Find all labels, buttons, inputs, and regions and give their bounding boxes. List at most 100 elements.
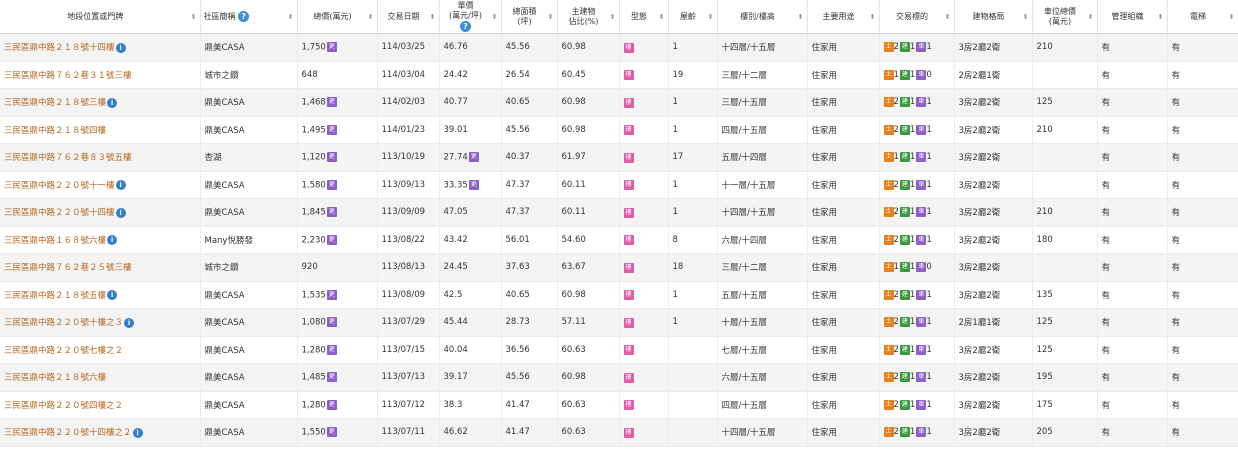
sort-icon[interactable]: ⬍ (1088, 12, 1094, 22)
header-type[interactable]: 型態 ⬍ (619, 0, 669, 34)
building-type-icon[interactable]: 樓 (623, 207, 634, 218)
address-cell[interactable]: 三民區鼎中路１６８號六樓 i (0, 226, 201, 254)
address-link[interactable]: 三民區鼎中路２１８號五樓 (4, 291, 106, 301)
info-icon[interactable]: i (124, 317, 135, 328)
building-type-icon[interactable]: 樓 (623, 262, 634, 273)
table-row[interactable]: 三民區鼎中路１６８號六樓 i Many悅勝發 2,230 更 113/08/22 43.42… (0, 226, 1238, 254)
info-icon[interactable]: i (107, 97, 118, 108)
building-type-icon[interactable]: 樓 (623, 290, 634, 301)
table-row[interactable]: 三民區鼎中路７６２巷３１號三樓 城市之鑽 648 114/03/04 24.42 26.5… (0, 61, 1238, 89)
building-type-icon[interactable]: 樓 (623, 317, 634, 328)
sort-icon[interactable]: ⬍ (945, 12, 951, 22)
address-cell[interactable]: 三民區鼎中路７６２巷８３號五樓 (0, 143, 201, 172)
header-area[interactable]: 總面積 (坪) ⬍ (501, 0, 558, 34)
sort-icon[interactable]: ⬍ (870, 12, 876, 22)
sort-icon[interactable]: ⬍ (798, 12, 804, 22)
sort-icon[interactable]: ⬍ (708, 12, 714, 22)
note-icon[interactable]: 更 (468, 152, 479, 162)
note-icon[interactable]: 更 (326, 372, 337, 382)
address-link[interactable]: 三民區鼎中路２１８號四樓 (4, 126, 106, 136)
header-age[interactable]: 屋齡 ⬍ (668, 0, 718, 34)
note-icon[interactable]: 更 (326, 179, 337, 190)
sort-icon[interactable]: ⬍ (191, 12, 197, 22)
building-type-icon[interactable]: 樓 (623, 400, 634, 411)
table-row[interactable]: 三民區鼎中路２２０號十四樓之２ i 鼎美CASA 1,550 更 113/07/11 46.… (0, 418, 1238, 447)
note-icon[interactable]: 更 (326, 344, 337, 355)
table-row[interactable]: 三民區鼎中路２１８號四樓 鼎美CASA 1,495 更 114/01/23 39.01 45… (0, 116, 1238, 144)
table-row[interactable]: 三民區鼎中路２１８號三樓 i 鼎美CASA 1,468 更 114/02/03 40.77 4… (0, 88, 1238, 117)
help-icon[interactable]: ? (238, 11, 250, 22)
sort-icon[interactable]: ⬍ (1023, 12, 1029, 22)
address-link[interactable]: 三民區鼎中路７６２巷３１號三樓 (4, 71, 132, 81)
table-row[interactable]: 三民區鼎中路２１８號十四樓 i 鼎美CASA 1,750 更 114/03/25 46.76… (0, 33, 1238, 62)
table-row[interactable]: 三民區鼎中路２１８號五樓 i 鼎美CASA 1,535 更 113/08/09 42.5 40… (0, 281, 1238, 309)
note-icon[interactable]: 更 (326, 97, 337, 107)
header-address[interactable]: 地段位置或門牌 ⬍ (0, 0, 201, 34)
sort-icon[interactable]: ⬍ (492, 12, 498, 22)
header-use[interactable]: 主要用途 ⬍ (807, 0, 880, 34)
header-date[interactable]: 交易日期 ⬍ (377, 0, 440, 34)
info-icon[interactable]: i (107, 235, 118, 246)
help-icon[interactable]: ? (460, 21, 471, 32)
info-icon[interactable]: i (115, 207, 126, 218)
header-total-price[interactable]: 總價(萬元) ⬍ (297, 0, 378, 34)
sort-icon[interactable]: ⬍ (659, 12, 665, 22)
header-target[interactable]: 交易標的 ⬍ (879, 0, 955, 34)
note-icon[interactable]: 更 (326, 207, 337, 217)
header-layout[interactable]: 建物格局 ⬍ (954, 0, 1033, 34)
note-icon[interactable]: 更 (326, 124, 337, 135)
address-cell[interactable]: 三民區鼎中路２１８號六樓 (0, 363, 201, 392)
address-cell[interactable]: 三民區鼎中路２１８號五樓 i (0, 281, 201, 309)
header-management[interactable]: 管理組織 ⬍ (1097, 0, 1168, 34)
header-floor[interactable]: 樓別/樓高 ⬍ (717, 0, 808, 34)
address-link[interactable]: 三民區鼎中路１６８號六樓 (4, 236, 106, 246)
address-cell[interactable]: 三民區鼎中路７６２巷３１號三樓 (0, 61, 201, 89)
address-cell[interactable]: 三民區鼎中路２２０號十樓之３ i (0, 308, 201, 337)
note-icon[interactable]: 更 (326, 234, 337, 245)
address-link[interactable]: 三民區鼎中路２２０號七樓之２ (4, 346, 123, 356)
sort-icon[interactable]: ⬍ (288, 12, 294, 22)
sort-icon[interactable]: ⬍ (368, 12, 374, 22)
address-link[interactable]: 三民區鼎中路２２０號十四樓之２ (4, 428, 132, 438)
building-type-icon[interactable]: 樓 (623, 152, 634, 163)
address-cell[interactable]: 三民區鼎中路２１８號四樓 (0, 116, 201, 144)
building-type-icon[interactable]: 樓 (623, 42, 634, 53)
sort-icon[interactable]: ⬍ (548, 12, 554, 22)
sort-icon[interactable]: ⬍ (430, 12, 436, 22)
sort-icon[interactable]: ⬍ (1158, 12, 1164, 22)
address-cell[interactable]: 三民區鼎中路２２０號七樓之２ (0, 336, 201, 364)
header-elevator[interactable]: 電梯 ⬍ (1167, 0, 1238, 34)
building-type-icon[interactable]: 樓 (623, 372, 634, 383)
header-community[interactable]: 社區簡稱 ? ⬍ (200, 0, 298, 34)
note-icon[interactable]: 更 (326, 289, 337, 300)
address-link[interactable]: 三民區鼎中路２１８號六樓 (4, 373, 106, 383)
sort-icon[interactable]: ⬍ (610, 12, 616, 22)
address-link[interactable]: 三民區鼎中路７６２巷８３號五樓 (4, 153, 132, 163)
address-link[interactable]: 三民區鼎中路２２０號十樓之３ (4, 318, 123, 328)
table-row[interactable]: 三民區鼎中路７６２巷８３號五樓 杏湖 1,120 更 113/10/19 27.74 更 40… (0, 143, 1238, 172)
address-cell[interactable]: 三民區鼎中路２２０號十一樓 i (0, 171, 201, 199)
table-row[interactable]: 三民區鼎中路２２０號十樓之３ i 鼎美CASA 1,080 更 113/07/29 45.4… (0, 308, 1238, 337)
address-link[interactable]: 三民區鼎中路２１８號十四樓 (4, 43, 115, 53)
address-link[interactable]: 三民區鼎中路２２０號十四樓 (4, 208, 115, 218)
note-icon[interactable]: 更 (326, 399, 337, 410)
info-icon[interactable]: i (132, 427, 143, 438)
address-link[interactable]: 三民區鼎中路２２０號十一樓 (4, 181, 115, 191)
address-link[interactable]: 三民區鼎中路７６２巷２５號三樓 (4, 263, 132, 273)
address-link[interactable]: 三民區鼎中路２１８號三樓 (4, 98, 106, 108)
sort-icon[interactable]: ⬍ (1229, 12, 1235, 22)
building-type-icon[interactable]: 樓 (623, 235, 634, 246)
building-type-icon[interactable]: 樓 (623, 97, 634, 108)
building-type-icon[interactable]: 樓 (623, 125, 634, 136)
address-cell[interactable]: 三民區鼎中路２２０號十四樓之２ i (0, 418, 201, 447)
note-icon[interactable]: 更 (326, 42, 337, 52)
address-cell[interactable]: 三民區鼎中路２１８號三樓 i (0, 88, 201, 117)
note-icon[interactable]: 更 (326, 317, 337, 327)
building-type-icon[interactable]: 樓 (623, 345, 634, 356)
table-row[interactable]: 三民區鼎中路７６２巷２５號三樓 城市之鑽 920 113/08/13 24.45 37.6… (0, 253, 1238, 282)
table-row[interactable]: 三民區鼎中路２２０號十四樓 i 鼎美CASA 1,845 更 113/09/09 47.05… (0, 198, 1238, 227)
address-cell[interactable]: 三民區鼎中路２１８號十四樓 i (0, 33, 201, 62)
info-icon[interactable]: i (115, 180, 126, 191)
building-type-icon[interactable]: 樓 (623, 70, 634, 81)
table-row[interactable]: 三民區鼎中路２２０號四樓之２ 鼎美CASA 1,280 更 113/07/12 38.3 4… (0, 391, 1238, 419)
